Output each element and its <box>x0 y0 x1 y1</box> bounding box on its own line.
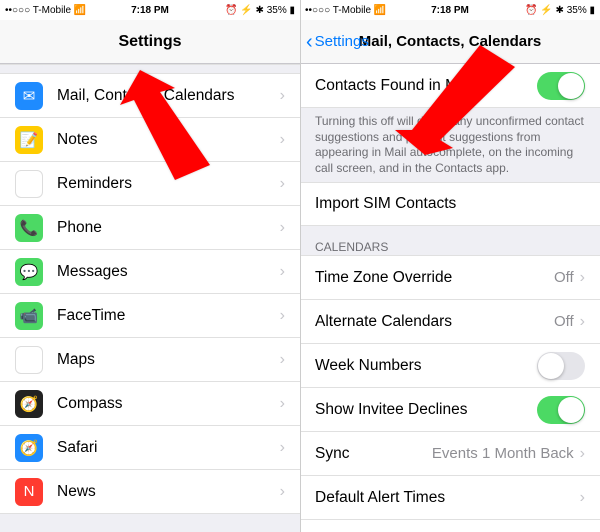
right-pane: ••○○○ T-Mobile 📶 7:18 PM ⏰ ⚡ ✱ 35% ▮ ‹ S… <box>300 0 600 532</box>
import-sim-contacts[interactable]: Import SIM Contacts <box>300 182 600 226</box>
row-value: Off <box>554 269 574 286</box>
chevron-right-icon: › <box>280 131 285 149</box>
row-label: Time Zone Override <box>315 269 554 287</box>
chevron-right-icon: › <box>280 87 285 105</box>
left-pane: ••○○○ T-Mobile 📶 7:18 PM ⏰ ⚡ ✱ 35% ▮ Set… <box>0 0 300 532</box>
settings-item[interactable]: 🧭 Compass› <box>0 382 300 426</box>
page-title: Settings <box>118 33 181 51</box>
settings-row[interactable]: Alternate CalendarsOff › <box>300 300 600 344</box>
row-label: Phone <box>57 219 280 237</box>
settings-row[interactable]: Show Invitee Declines <box>300 388 600 432</box>
chevron-right-icon: › <box>280 351 285 369</box>
chevron-right-icon: › <box>580 313 585 331</box>
chevron-right-icon: › <box>280 219 285 237</box>
toggle[interactable] <box>537 72 585 100</box>
chevron-right-icon: › <box>280 483 285 501</box>
chevron-right-icon: › <box>280 439 285 457</box>
row-value: Events 1 Month Back <box>432 445 574 462</box>
chevron-right-icon: › <box>280 307 285 325</box>
red-arrow <box>395 45 535 165</box>
navbar-left: Settings <box>0 20 300 64</box>
row-label: News <box>57 483 280 501</box>
chevron-right-icon: › <box>580 269 585 287</box>
status-bar: ••○○○ T-Mobile 📶 7:18 PM ⏰ ⚡ ✱ 35% ▮ <box>300 0 600 20</box>
settings-item[interactable]: 🗺 Maps› <box>0 338 300 382</box>
row-label: Default Alert Times <box>315 489 580 507</box>
toggle[interactable] <box>537 352 585 380</box>
row-label: Show Invitee Declines <box>315 401 537 419</box>
row-label: Sync <box>315 445 432 463</box>
app-icon: 💬 <box>15 258 43 286</box>
settings-row[interactable]: Start Week On› <box>300 520 600 532</box>
chevron-left-icon: ‹ <box>306 32 313 52</box>
row-label: Week Numbers <box>315 357 537 375</box>
back-button[interactable]: ‹ Settings <box>306 32 369 52</box>
settings-row[interactable]: Time Zone OverrideOff › <box>300 256 600 300</box>
section-header-calendars: CALENDARS <box>300 226 600 256</box>
chevron-right-icon: › <box>280 263 285 281</box>
chevron-right-icon: › <box>580 489 585 507</box>
row-label: Messages <box>57 263 280 281</box>
toggle[interactable] <box>537 396 585 424</box>
row-value: Off <box>554 313 574 330</box>
settings-item[interactable]: 📹 FaceTime› <box>0 294 300 338</box>
chevron-right-icon: › <box>280 395 285 413</box>
row-label: FaceTime <box>57 307 280 325</box>
settings-row[interactable]: Default Alert Times› <box>300 476 600 520</box>
row-label: Alternate Calendars <box>315 313 554 331</box>
status-bar: ••○○○ T-Mobile 📶 7:18 PM ⏰ ⚡ ✱ 35% ▮ <box>0 0 300 20</box>
app-icon: 🧭 <box>15 390 43 418</box>
row-label: Maps <box>57 351 280 369</box>
settings-item[interactable]: 🧭 Safari› <box>0 426 300 470</box>
app-icon: N <box>15 478 43 506</box>
app-icon: 🗺 <box>15 346 43 374</box>
chevron-right-icon: › <box>580 445 585 463</box>
settings-row[interactable]: Week Numbers <box>300 344 600 388</box>
row-label: Compass <box>57 395 280 413</box>
row-label: Safari <box>57 439 280 457</box>
app-icon: 📞 <box>15 214 43 242</box>
settings-item[interactable]: 💬 Messages› <box>0 250 300 294</box>
app-icon: 📹 <box>15 302 43 330</box>
app-icon: ✉ <box>15 82 43 110</box>
settings-item[interactable]: 📞 Phone› <box>0 206 300 250</box>
settings-row[interactable]: SyncEvents 1 Month Back › <box>300 432 600 476</box>
red-arrow <box>120 70 250 195</box>
app-icon: 📝 <box>15 126 43 154</box>
settings-item[interactable]: N News› <box>0 470 300 514</box>
app-icon: 🧭 <box>15 434 43 462</box>
app-icon: ☑ <box>15 170 43 198</box>
chevron-right-icon: › <box>280 175 285 193</box>
